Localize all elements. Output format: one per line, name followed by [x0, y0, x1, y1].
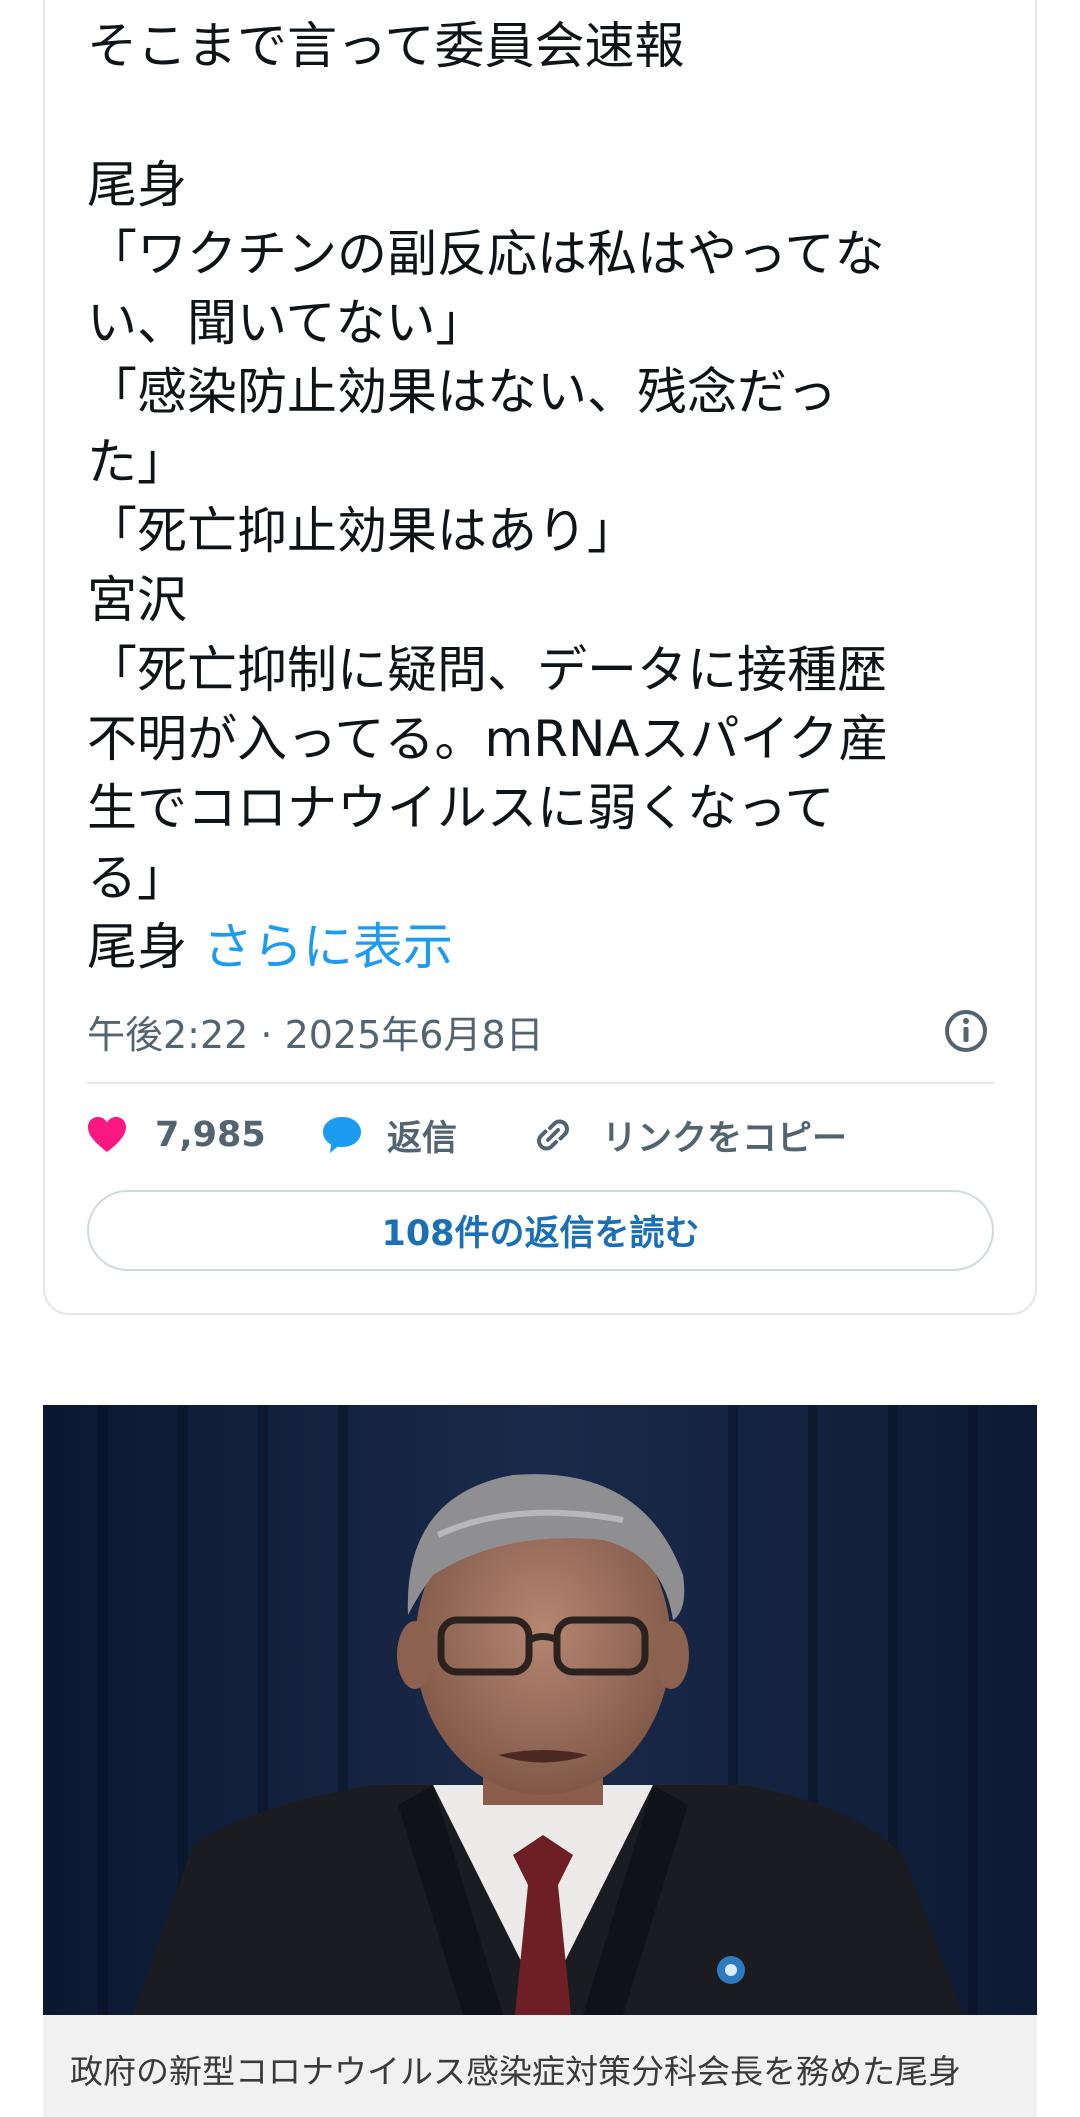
tweet-line: 「感染防止効果はない、残念だっ: [87, 363, 837, 422]
tweet-line: 生でコロナウイルスに弱くなって: [87, 779, 835, 838]
tweet-last-line: 尾身 さらに表示: [87, 913, 987, 982]
tweet-line: 宮沢: [87, 571, 187, 630]
link-icon: [537, 1119, 569, 1151]
info-icon[interactable]: [942, 1007, 990, 1055]
article-caption: 政府の新型コロナウイルス感染症対策分科会長を務めた尾身: [43, 2015, 1037, 2117]
tweet-meta-row: 午後2:22 · 2025年6月8日: [87, 1003, 990, 1059]
copy-link-button[interactable]: リンクをコピー: [532, 1110, 847, 1161]
article-photo: [43, 1405, 1037, 2015]
read-replies-button[interactable]: 108件の返信を読む: [87, 1190, 994, 1271]
tweet-line: い、聞いてない」: [87, 294, 486, 353]
tweet-line: る」: [87, 848, 187, 907]
tweet-line: 「死亡抑制に疑問、データに接種歴: [87, 640, 887, 699]
tweet-actions: 7,985 返信 リンクをコピー: [87, 1105, 847, 1165]
tweet-line: 「ワクチンの副反応は私はやってな: [87, 224, 885, 283]
show-more-link[interactable]: さらに表示: [203, 918, 453, 976]
tweet-line: た」: [87, 432, 187, 491]
speech-bubble-icon: [323, 1117, 361, 1153]
copy-link-label: リンクをコピー: [602, 1118, 848, 1159]
divider: [87, 1082, 994, 1084]
tweet-timestamp[interactable]: 午後2:22 · 2025年6月8日: [87, 1004, 544, 1059]
tweet-line-prefix: 尾身: [87, 917, 187, 976]
tweet-line: [87, 81, 987, 150]
tweet-line: そこまで言って委員会速報: [87, 17, 685, 75]
tweet-line: 不明が入ってる。mRNAスパイク産: [87, 709, 889, 768]
reply-label: 返信: [387, 1118, 458, 1159]
reply-button[interactable]: 返信: [321, 1110, 532, 1161]
like-count: 7,985: [155, 1115, 266, 1155]
tweet-text: そこまで言って委員会速報 尾身 「ワクチンの副反応は私はやってな い、聞いてない…: [87, 12, 987, 982]
like-button[interactable]: 7,985: [87, 1115, 321, 1155]
tweet-line: 尾身: [87, 155, 187, 214]
heart-icon: [88, 1117, 126, 1152]
portrait-image: [43, 1405, 1037, 2015]
tweet-line: 「死亡抑止効果はあり」: [87, 502, 637, 561]
